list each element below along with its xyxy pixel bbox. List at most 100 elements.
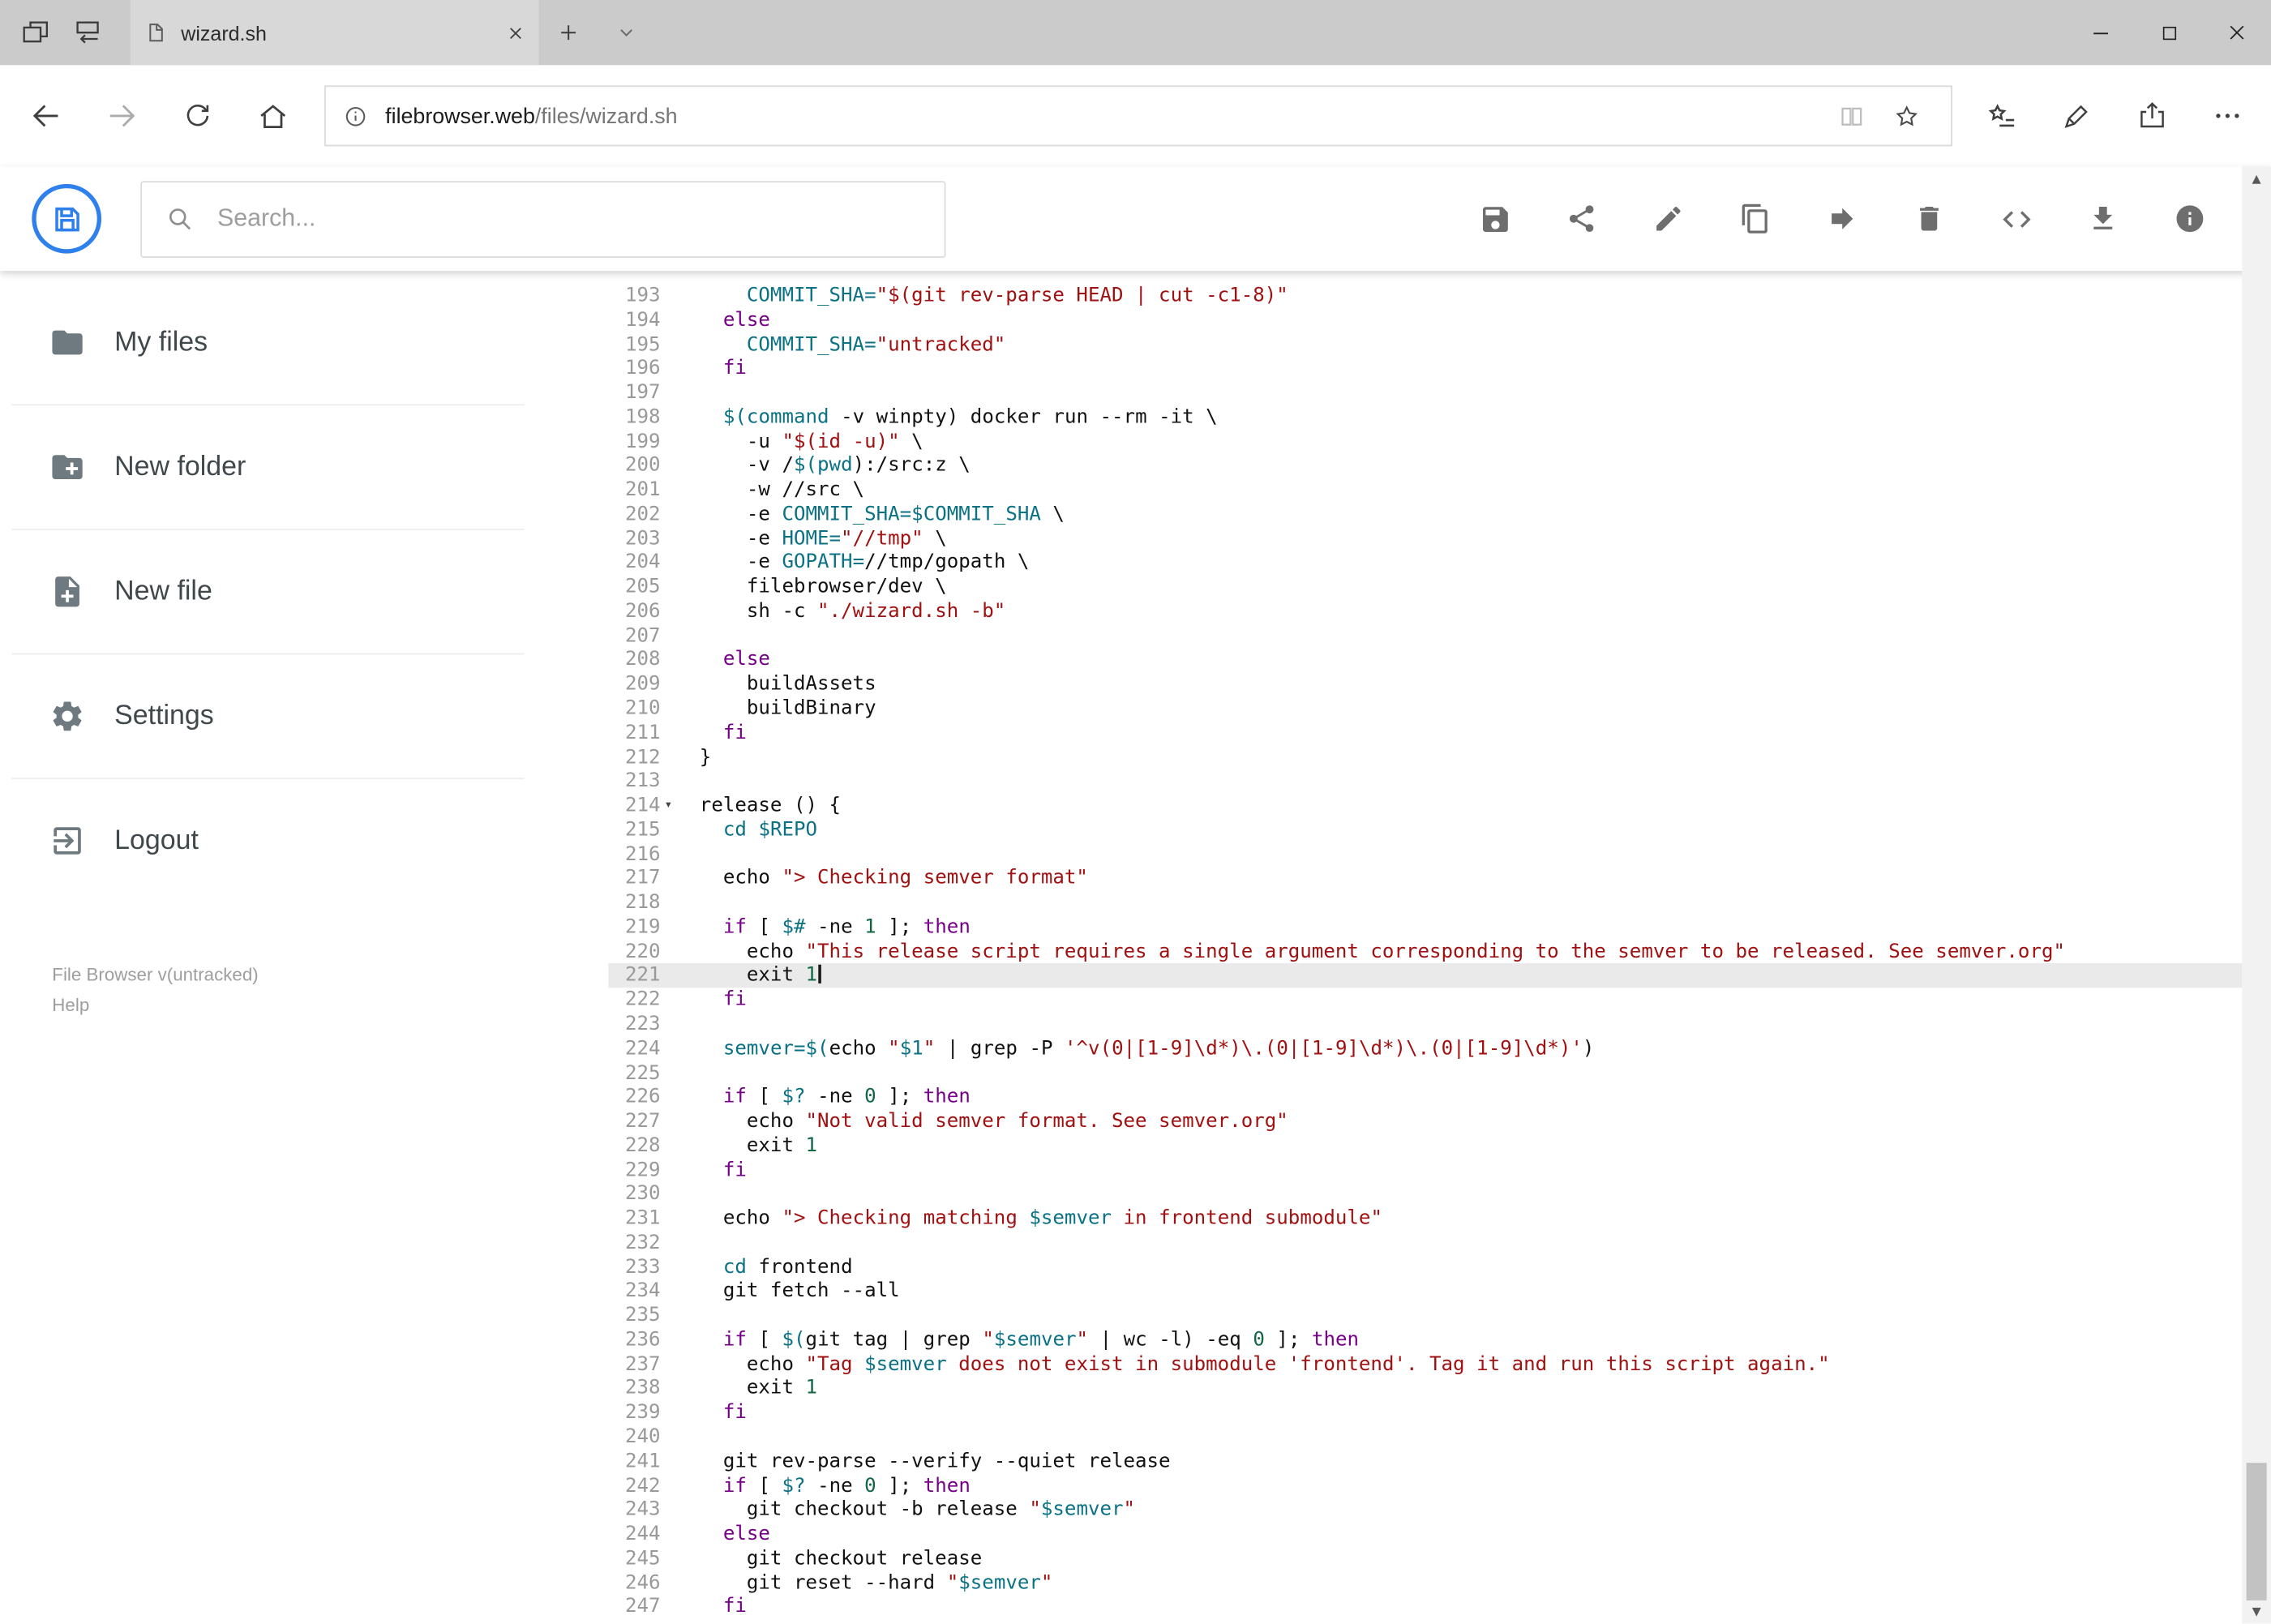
help-link[interactable]: Help: [52, 991, 608, 1022]
code-line[interactable]: 197: [608, 381, 2271, 405]
code-line[interactable]: 245 git checkout release: [608, 1546, 2271, 1570]
info-button[interactable]: [2146, 182, 2233, 255]
copy-button[interactable]: [1712, 182, 1798, 255]
sidebar-item-new-folder[interactable]: New folder: [0, 405, 608, 529]
code-line[interactable]: 213: [608, 769, 2271, 794]
code-line[interactable]: 232: [608, 1231, 2271, 1255]
code-line[interactable]: 225: [608, 1061, 2271, 1086]
sidebar-item-logout[interactable]: Logout: [0, 779, 608, 902]
share-page-icon[interactable]: [2115, 78, 2190, 153]
code-line[interactable]: 238 exit 1: [608, 1377, 2271, 1401]
code-line[interactable]: 233 cd frontend: [608, 1255, 2271, 1279]
code-line[interactable]: 239 fi: [608, 1401, 2271, 1425]
window-close-button[interactable]: [2203, 0, 2271, 65]
code-line[interactable]: 243 git checkout -b release "$semver": [608, 1498, 2271, 1523]
code-line[interactable]: 224 semver=$(echo "$1" | grep -P '^v(0|[…: [608, 1037, 2271, 1061]
code-line[interactable]: 201 -w //src \: [608, 478, 2271, 503]
favorite-star-icon[interactable]: [1879, 87, 1934, 144]
code-line[interactable]: 231 echo "> Checking matching $semver in…: [608, 1206, 2271, 1231]
code-line[interactable]: 202 -e COMMIT_SHA=$COMMIT_SHA \: [608, 503, 2271, 527]
url-text[interactable]: filebrowser.web/files/wizard.sh: [385, 104, 677, 128]
page-scrollbar[interactable]: ▲ ▼: [2242, 166, 2271, 1624]
code-line[interactable]: 195 COMMIT_SHA="untracked": [608, 332, 2271, 357]
search-input[interactable]: [214, 203, 945, 235]
code-line[interactable]: 203 -e HOME="//tmp" \: [608, 527, 2271, 551]
more-options-icon[interactable]: [2190, 78, 2265, 153]
fold-arrow-icon[interactable]: ▾: [661, 794, 677, 818]
code-line[interactable]: 200 -v /$(pwd):/src:z \: [608, 454, 2271, 478]
code-line[interactable]: 244 else: [608, 1523, 2271, 1547]
code-line[interactable]: 212}: [608, 745, 2271, 769]
code-line[interactable]: 208 else: [608, 648, 2271, 672]
code-line[interactable]: 220 echo "This release script requires a…: [608, 940, 2271, 964]
address-bar[interactable]: filebrowser.web/files/wizard.sh: [324, 85, 1952, 147]
code-view-button[interactable]: [1973, 182, 2059, 255]
code-line[interactable]: 242 if [ $? -ne 0 ]; then: [608, 1474, 2271, 1498]
forward-button[interactable]: [84, 78, 160, 153]
scroll-up-icon[interactable]: ▲: [2242, 166, 2271, 191]
code-line[interactable]: 222 fi: [608, 988, 2271, 1013]
tab-preview-icon[interactable]: [9, 0, 61, 65]
new-tab-button[interactable]: [539, 0, 597, 65]
maximize-button[interactable]: [2135, 0, 2203, 65]
code-line[interactable]: 193 COMMIT_SHA="$(git rev-parse HEAD | c…: [608, 284, 2271, 308]
code-line[interactable]: 205 filebrowser/dev \: [608, 576, 2271, 600]
code-editor[interactable]: 193 COMMIT_SHA="$(git rev-parse HEAD | c…: [608, 271, 2271, 1623]
code-line[interactable]: 199 -u "$(id -u)" \: [608, 430, 2271, 454]
scrollbar-thumb[interactable]: [2246, 1463, 2267, 1600]
code-line[interactable]: 194 else: [608, 308, 2271, 332]
tab-list-chevron-icon[interactable]: [597, 0, 654, 65]
site-info-icon[interactable]: [343, 104, 367, 128]
code-line[interactable]: 211 fi: [608, 721, 2271, 745]
move-button[interactable]: [1799, 182, 1886, 255]
code-line[interactable]: 196 fi: [608, 357, 2271, 381]
tab-close-icon[interactable]: [507, 24, 524, 41]
code-line[interactable]: 241 git rev-parse --verify --quiet relea…: [608, 1450, 2271, 1474]
home-button[interactable]: [234, 78, 310, 153]
edit-button[interactable]: [1625, 182, 1712, 255]
download-button[interactable]: [2059, 182, 2146, 255]
code-line[interactable]: 198 $(command -v winpty) docker run --rm…: [608, 405, 2271, 430]
code-line[interactable]: 237 echo "Tag $semver does not exist in …: [608, 1352, 2271, 1377]
code-line[interactable]: 240: [608, 1425, 2271, 1450]
code-line[interactable]: 229 fi: [608, 1158, 2271, 1182]
minimize-button[interactable]: [2067, 0, 2135, 65]
browser-tab[interactable]: wizard.sh: [130, 0, 539, 66]
scroll-down-icon[interactable]: ▼: [2242, 1599, 2271, 1623]
code-line[interactable]: 204 -e GOPATH=//tmp/gopath \: [608, 551, 2271, 576]
code-line[interactable]: 219 if [ $# -ne 1 ]; then: [608, 915, 2271, 940]
ink-notes-icon[interactable]: [2039, 78, 2115, 153]
code-line[interactable]: 236 if [ $(git tag | grep "$semver" | wc…: [608, 1328, 2271, 1352]
delete-button[interactable]: [1886, 182, 1973, 255]
hub-favorites-icon[interactable]: [1964, 78, 2039, 153]
code-line[interactable]: 206 sh -c "./wizard.sh -b": [608, 599, 2271, 623]
sidebar-item-my-files[interactable]: My files: [0, 281, 608, 405]
code-line[interactable]: 215 cd $REPO: [608, 818, 2271, 842]
filebrowser-logo-icon[interactable]: [32, 183, 102, 254]
sidebar-item-settings[interactable]: Settings: [0, 654, 608, 778]
code-line[interactable]: 207: [608, 623, 2271, 648]
code-line[interactable]: 246 git reset --hard "$semver": [608, 1570, 2271, 1595]
code-line[interactable]: 247 fi: [608, 1595, 2271, 1619]
code-line[interactable]: 218: [608, 891, 2271, 915]
code-line[interactable]: 223: [608, 1013, 2271, 1037]
code-line[interactable]: 234 git fetch --all: [608, 1279, 2271, 1304]
code-line[interactable]: 217 echo "> Checking semver format": [608, 867, 2271, 891]
code-line[interactable]: 235: [608, 1304, 2271, 1328]
share-button[interactable]: [1538, 182, 1625, 255]
code-line[interactable]: 221 exit 1: [608, 963, 2271, 988]
refresh-button[interactable]: [159, 78, 234, 153]
sidebar-item-new-file[interactable]: New file: [0, 530, 608, 653]
back-button[interactable]: [9, 78, 84, 153]
save-button[interactable]: [1451, 182, 1538, 255]
code-line[interactable]: 210 buildBinary: [608, 696, 2271, 721]
code-line[interactable]: 226 if [ $? -ne 0 ]; then: [608, 1085, 2271, 1109]
reading-view-icon[interactable]: [1823, 87, 1879, 144]
code-line[interactable]: 209 buildAssets: [608, 672, 2271, 696]
code-line[interactable]: 230: [608, 1182, 2271, 1206]
code-line[interactable]: 216: [608, 842, 2271, 867]
search-box[interactable]: [140, 180, 946, 258]
code-line[interactable]: 227 echo "Not valid semver format. See s…: [608, 1109, 2271, 1133]
code-line[interactable]: 228 exit 1: [608, 1133, 2271, 1158]
code-line[interactable]: 214 ▾ release () {: [608, 794, 2271, 818]
